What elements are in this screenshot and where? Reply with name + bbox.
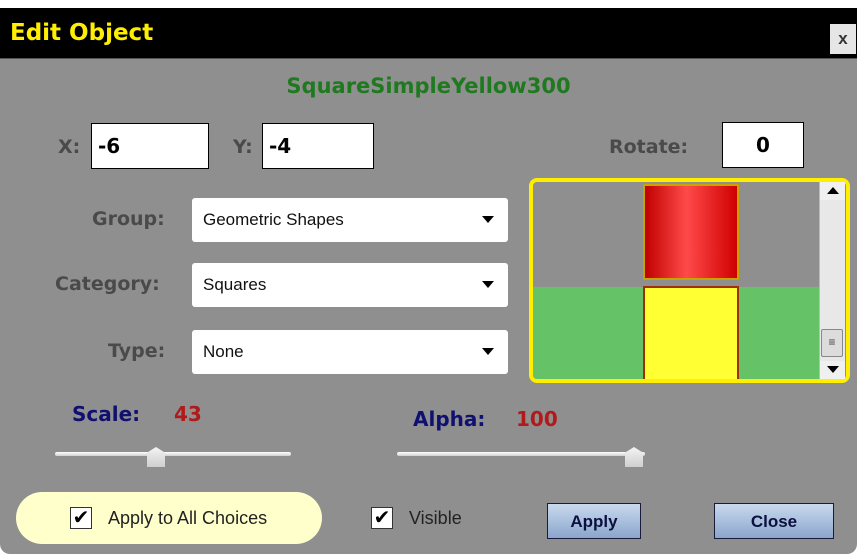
scale-slider-thumb[interactable] [147,447,165,467]
close-icon[interactable]: x [830,24,856,54]
x-label: X: [58,136,81,158]
apply-button[interactable]: Apply [547,503,641,539]
scroll-down-icon[interactable] [820,361,845,379]
visible-label: Visible [409,508,462,528]
scale-value: 43 [174,402,202,426]
title-bar[interactable]: Edit Object x [0,8,857,59]
preview-scrollbar[interactable]: ≡ [819,182,845,379]
close-button[interactable]: Close [714,503,834,539]
scroll-thumb[interactable]: ≡ [821,329,843,357]
object-preview[interactable] [529,178,850,383]
scale-slider-track[interactable] [55,452,291,456]
category-select[interactable]: Squares [192,263,508,307]
preview-red-square [643,184,739,280]
chevron-down-icon [482,216,494,223]
type-select-value: None [203,342,244,361]
apply-all-checkbox[interactable]: ✔ [70,507,92,529]
y-label: Y: [233,136,253,158]
apply-all-label: Apply to All Choices [108,508,268,528]
group-select[interactable]: Geometric Shapes [192,198,508,242]
alpha-value: 100 [516,407,558,431]
group-label: Group: [92,208,165,230]
chevron-down-icon [482,348,494,355]
group-select-value: Geometric Shapes [203,210,344,229]
alpha-slider-thumb[interactable] [625,447,643,467]
category-label: Category: [55,273,160,295]
scale-label: Scale: [72,402,141,426]
category-select-value: Squares [203,275,267,294]
edit-object-dialog: Edit Object x SquareSimpleYellow300 X: -… [0,0,857,554]
x-input[interactable]: -6 [91,123,209,169]
scroll-up-icon[interactable] [820,182,845,200]
object-name: SquareSimpleYellow300 [286,74,571,98]
visible-checkbox[interactable]: ✔ [371,507,393,529]
type-select[interactable]: None [192,330,508,374]
alpha-slider-track[interactable] [397,452,645,456]
chevron-down-icon [482,281,494,288]
y-input[interactable]: -4 [262,123,374,169]
dialog-title: Edit Object [10,20,154,46]
apply-all-container[interactable]: ✔ Apply to All Choices [16,492,322,544]
rotate-input[interactable]: 0 [722,122,804,168]
preview-yellow-square [643,286,739,379]
alpha-label: Alpha: [413,407,486,431]
top-strip [0,0,857,8]
type-label: Type: [108,340,166,362]
rotate-label: Rotate: [609,136,689,158]
